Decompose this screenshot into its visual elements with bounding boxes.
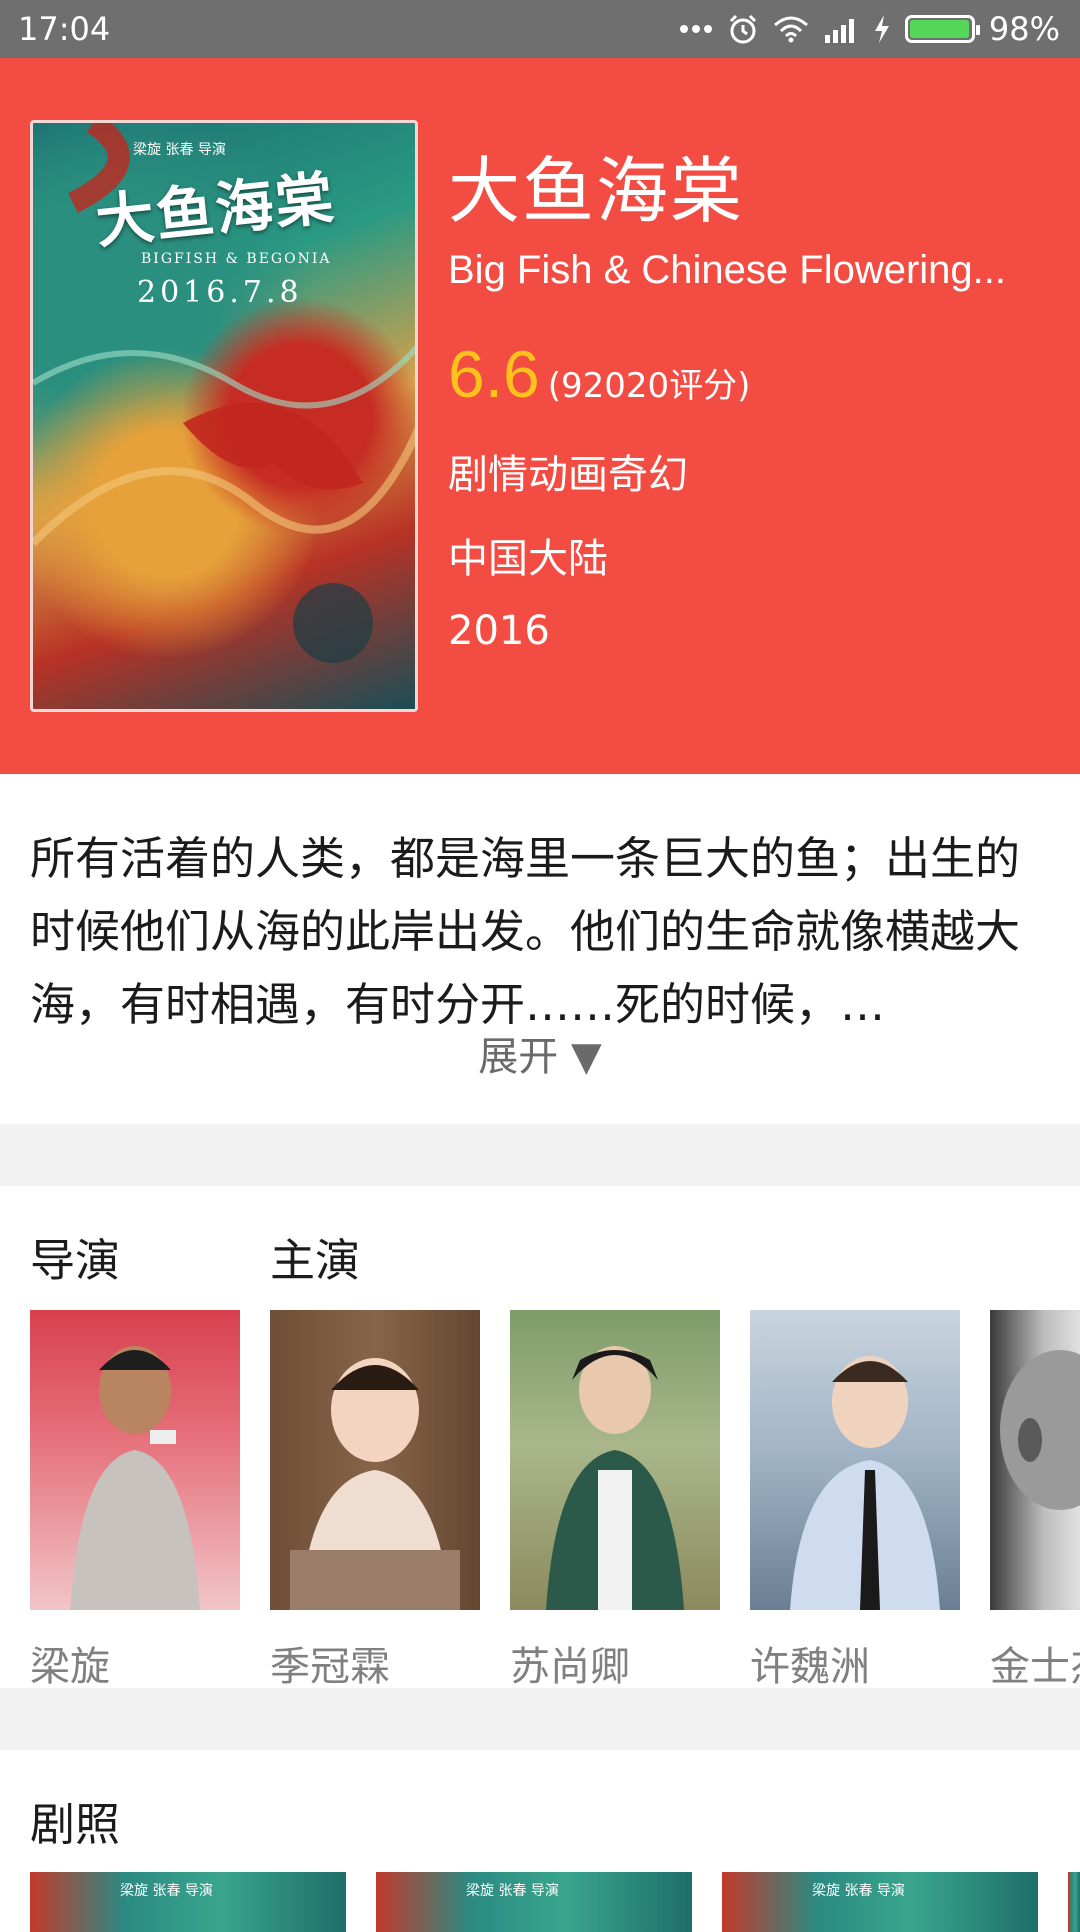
cast-item[interactable]: 梁旋 [30,1310,240,1692]
section-divider [0,1688,1080,1750]
stills-section: 剧照 梁旋 张春 导演 梁旋 张春 导演 梁旋 张春 导演 [0,1750,1080,1932]
still-thumbnail[interactable]: 梁旋 张春 导演 [376,1872,692,1932]
signal-icon [823,15,859,43]
still-thumbnail[interactable]: 梁旋 张春 导演 [30,1872,346,1932]
actors-heading: 主演 [270,1234,361,1287]
movie-header: 梁旋 张春 导演 大鱼海棠 BIGFISH & BEGONIA 2016.7.8… [0,58,1080,774]
movie-region: 中国大陆 [448,536,608,582]
director-heading: 导演 [30,1234,121,1287]
wifi-icon [773,15,809,43]
status-icons: 98% [679,10,1060,48]
dots-icon [679,24,713,34]
cast-item[interactable]: 季冠霖 [270,1310,480,1692]
movie-genres: 剧情动画奇幻 [448,452,688,498]
cast-section: 导演 主演 梁旋 季冠霖 苏尚卿 许魏洲 金士杰 [0,1186,1080,1690]
synopsis-section: 所有活着的人类，都是海里一条巨大的鱼；出生的时候他们从海的此岸出发。他们的生命就… [0,774,1080,1124]
status-time: 17:04 [18,10,111,48]
movie-title: 大鱼海棠 [448,149,745,233]
movie-english-title: Big Fish & Chinese Flowering... [448,248,1007,292]
cast-item[interactable]: 金士杰 [990,1310,1080,1692]
battery-icon [904,15,980,43]
movie-year: 2016 [448,608,550,654]
cast-name: 季冠霖 [270,1644,390,1690]
avatar [990,1310,1080,1610]
movie-poster[interactable]: 梁旋 张春 导演 大鱼海棠 BIGFISH & BEGONIA 2016.7.8 [30,120,418,712]
avatar [270,1310,480,1610]
synopsis-text: 所有活着的人类，都是海里一条巨大的鱼；出生的时候他们从海的此岸出发。他们的生命就… [30,832,1021,1031]
status-bar: 17:04 98% [0,0,1080,58]
cast-name: 许魏洲 [750,1644,870,1690]
expand-button[interactable]: 展开 ▼ [0,1024,1080,1082]
still-caption: 梁旋 张春 导演 [812,1883,905,1899]
alarm-icon [727,13,759,45]
avatar [750,1310,960,1610]
still-caption: 梁旋 张春 导演 [466,1883,559,1899]
cast-name: 梁旋 [30,1644,110,1690]
stills-heading: 剧照 [30,1798,121,1851]
avatar [30,1310,240,1610]
rating-row: 6.6 (92020评分) [448,336,750,412]
still-caption: 梁旋 张春 导演 [120,1883,213,1899]
cast-name: 金士杰 [990,1644,1080,1690]
cast-name: 苏尚卿 [510,1644,630,1690]
still-thumbnail[interactable] [1068,1872,1080,1932]
avatar [510,1310,720,1610]
rating-score: 6.6 [448,337,540,411]
poster-credit: 梁旋 张春 导演 [133,142,226,158]
section-divider [0,1124,1080,1186]
poster-date: 2016.7.8 [137,275,303,310]
poster-english: BIGFISH & BEGONIA [141,251,332,267]
rating-count: (92020评分) [547,366,751,406]
battery-percent: 98% [988,10,1060,48]
cast-item[interactable]: 许魏洲 [750,1310,960,1692]
still-thumbnail[interactable]: 梁旋 张春 导演 [722,1872,1038,1932]
cast-item[interactable]: 苏尚卿 [510,1310,720,1692]
charging-icon [873,14,891,44]
